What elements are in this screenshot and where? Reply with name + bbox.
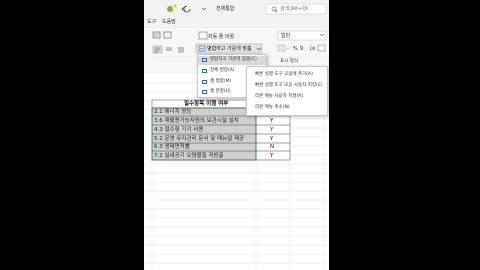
table-row-value[interactable]: Y xyxy=(270,127,273,134)
table-row-value[interactable]: Y xyxy=(270,136,273,143)
merge-center-button[interactable]: 병합하고 가운데 맞춤 xyxy=(207,47,252,52)
merge-across-icon xyxy=(202,69,207,73)
excel-window: - % 9 .00 도구 도움말 전체통합 검색(Alt+Q) 자동 줄 바꿈 … xyxy=(144,0,329,270)
merge-center-icon xyxy=(202,58,207,62)
svg-text:%: % xyxy=(293,46,298,52)
merge-cells-icon xyxy=(202,80,207,84)
menu-item-merge-center[interactable]: 병합하고 가운데 맞춤(C) xyxy=(210,57,257,63)
menu-item-customize-ribbon[interactable]: 리본 메뉴 사용자 지정(R) xyxy=(255,94,303,100)
menu-item-merge-cells[interactable]: 셀 병합(M) xyxy=(210,79,231,85)
table-row-value[interactable]: Y xyxy=(270,153,273,160)
table-row-label[interactable]: 2.1 에너지 성능 xyxy=(154,109,192,116)
quick-access-context-menu: 빠른 실행 도구 모음에 추가(A) 빠른 실행 도구 모음 사용자 지정(C)… xyxy=(246,66,328,116)
menu-item-collapse-ribbon[interactable]: 리본 메뉴 축소(N) xyxy=(255,105,290,111)
file-title[interactable]: 전체통합 xyxy=(216,7,234,12)
ribbon-tab-help[interactable]: 도움말 xyxy=(162,20,176,25)
menu-item-merge-across[interactable]: 전체 병합(A) xyxy=(210,68,235,74)
table-row-label[interactable]: 5.2 운영 유지관리 문서 및 매뉴얼 제공 xyxy=(154,136,244,143)
table-row-label[interactable]: 7.1 실내공기 오염물질 저방출 xyxy=(154,153,224,160)
ribbon-tab-tools[interactable]: 도구 xyxy=(147,20,156,25)
table-row-label[interactable]: 4.3 절수형 기기 사용 xyxy=(154,127,203,134)
ribbon-and-grid-graphics: - % 9 .00 xyxy=(144,0,329,270)
menu-item-customize-quick-access[interactable]: 빠른 실행 도구 모음 사용자 지정(C) xyxy=(255,83,323,89)
table-row-value[interactable]: N xyxy=(270,144,274,151)
unmerge-icon xyxy=(202,90,207,94)
table-row-value[interactable]: Y xyxy=(270,118,273,125)
svg-text:-: - xyxy=(287,46,289,52)
table-row-label[interactable]: 6.3 생태면적률 xyxy=(154,144,190,151)
search-input[interactable]: 검색(Alt+Q) xyxy=(280,7,308,12)
number-format-select[interactable]: 일반 xyxy=(281,34,290,39)
menu-item-unmerge[interactable]: 셀 분할(U) xyxy=(210,89,231,95)
wrap-text-button[interactable]: 자동 줄 바꿈 xyxy=(208,35,234,40)
table-row-label[interactable]: 3.6 재활용가능자원의 보관시설 설치 xyxy=(154,118,239,125)
number-format-label: 표시 형식 xyxy=(280,59,298,64)
menu-item-add-quick-access[interactable]: 빠른 실행 도구 모음에 추가(A) xyxy=(255,72,313,78)
table-header[interactable]: 필수항목 이행 여부 xyxy=(184,101,228,108)
svg-text:.00: .00 xyxy=(309,46,316,51)
svg-text:9: 9 xyxy=(300,46,303,52)
